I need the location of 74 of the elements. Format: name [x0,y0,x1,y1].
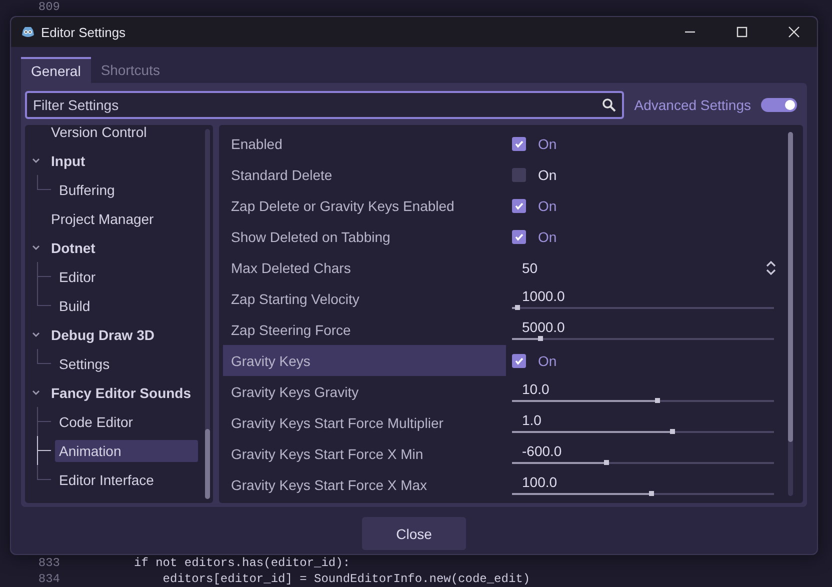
tree-item[interactable]: Editor Interface [55,468,158,490]
setting-name[interactable]: Gravity Keys Start Force Multiplier [223,407,506,438]
slider-value[interactable]: 100.0 [512,474,774,490]
tree-guide-line [37,407,53,436]
tab[interactable]: Shortcuts [90,57,170,83]
maximize-icon[interactable] [736,26,748,38]
number-value[interactable]: 50 [512,260,538,276]
tab[interactable]: General [21,57,91,83]
line-number: 834 [37,572,60,586]
slider-value[interactable]: 1.0 [512,412,774,428]
setting-name[interactable]: Gravity Keys [223,345,506,376]
search-icon [602,98,616,112]
tree-item[interactable]: Editor [55,266,100,288]
checkbox[interactable] [512,136,526,150]
robot-logo-icon [21,25,35,39]
close-icon[interactable] [788,26,800,38]
tree-item[interactable]: Project Manager [47,208,158,230]
slider-handle[interactable] [538,336,542,341]
checkbox-label: On [538,352,557,368]
setting-name[interactable]: Gravity Keys Gravity [223,376,506,407]
tree-item[interactable]: Fancy Editor Sounds [47,382,196,404]
slider-handle[interactable] [604,460,610,465]
filter-field[interactable]: Filter Settings [25,91,624,119]
slider-handle[interactable] [655,398,660,403]
slider-handle[interactable] [648,491,654,496]
checkbox[interactable] [512,230,526,244]
window-title: Editor Settings [41,24,127,40]
setting-name[interactable]: Gravity Keys Start Force X Max [223,469,506,500]
tree-guide-line [37,349,53,364]
toggle-switch[interactable] [761,98,797,112]
checkbox-label: On [538,166,557,182]
tree-item[interactable]: Build [55,294,94,316]
setting-name[interactable]: Zap Steering Force [223,314,506,345]
line-number: 833 [37,556,60,570]
slider-handle[interactable] [670,429,675,434]
setting-name[interactable]: Show Deleted on Tabbing [223,221,506,252]
tree-item[interactable]: Settings [55,352,114,374]
code-line: editors[editor_id] = SoundEditorInfo.new(code_edit) [162,572,530,586]
checkbox-label: On [538,136,557,152]
setting-name[interactable]: Zap Delete or Gravity Keys Enabled [223,190,506,221]
checkbox[interactable] [512,354,526,368]
checkbox-label: On [538,198,557,214]
setting-name[interactable]: Gravity Keys Start Force X Min [223,438,506,469]
setting-name[interactable]: Standard Delete [223,159,506,190]
checkbox[interactable] [512,168,526,182]
slider-value[interactable]: 5000.0 [512,319,774,335]
spinner-arrows-icon[interactable] [766,261,776,275]
setting-name[interactable]: Max Deleted Chars [223,252,506,283]
toggle-label: Advanced Settings [634,97,751,113]
slider-value[interactable]: -600.0 [512,443,774,459]
caret-icon[interactable] [31,388,41,396]
tree-item[interactable]: Dotnet [47,236,100,258]
slider-value[interactable]: 10.0 [512,381,774,397]
code-line: if not editors.has(editor_id): [134,556,350,570]
caret-icon[interactable] [31,156,41,164]
tree-item[interactable]: Debug Draw 3D [47,324,158,346]
scrollbar-thumb[interactable] [788,132,793,442]
tree-item[interactable]: Buffering [55,178,119,200]
caret-icon[interactable] [31,244,41,252]
caret-icon[interactable] [31,330,41,338]
checkbox[interactable] [512,198,526,212]
slider-value[interactable]: 1000.0 [512,288,774,304]
tree-item[interactable]: Code Editor [55,410,137,432]
tree-guide-line [37,175,53,190]
slider-handle[interactable] [515,305,520,310]
checkbox-label: On [538,228,557,244]
setting-name[interactable]: Enabled [223,128,506,159]
tree-item[interactable]: Version Control [47,125,151,142]
close-button[interactable]: Close [362,517,466,550]
line-number: 809 [37,0,60,14]
scrollbar-thumb[interactable] [205,429,210,499]
tree-item[interactable]: Animation [55,440,198,462]
tree-item[interactable]: Input [47,150,90,172]
setting-name[interactable]: Zap Starting Velocity [223,283,506,314]
